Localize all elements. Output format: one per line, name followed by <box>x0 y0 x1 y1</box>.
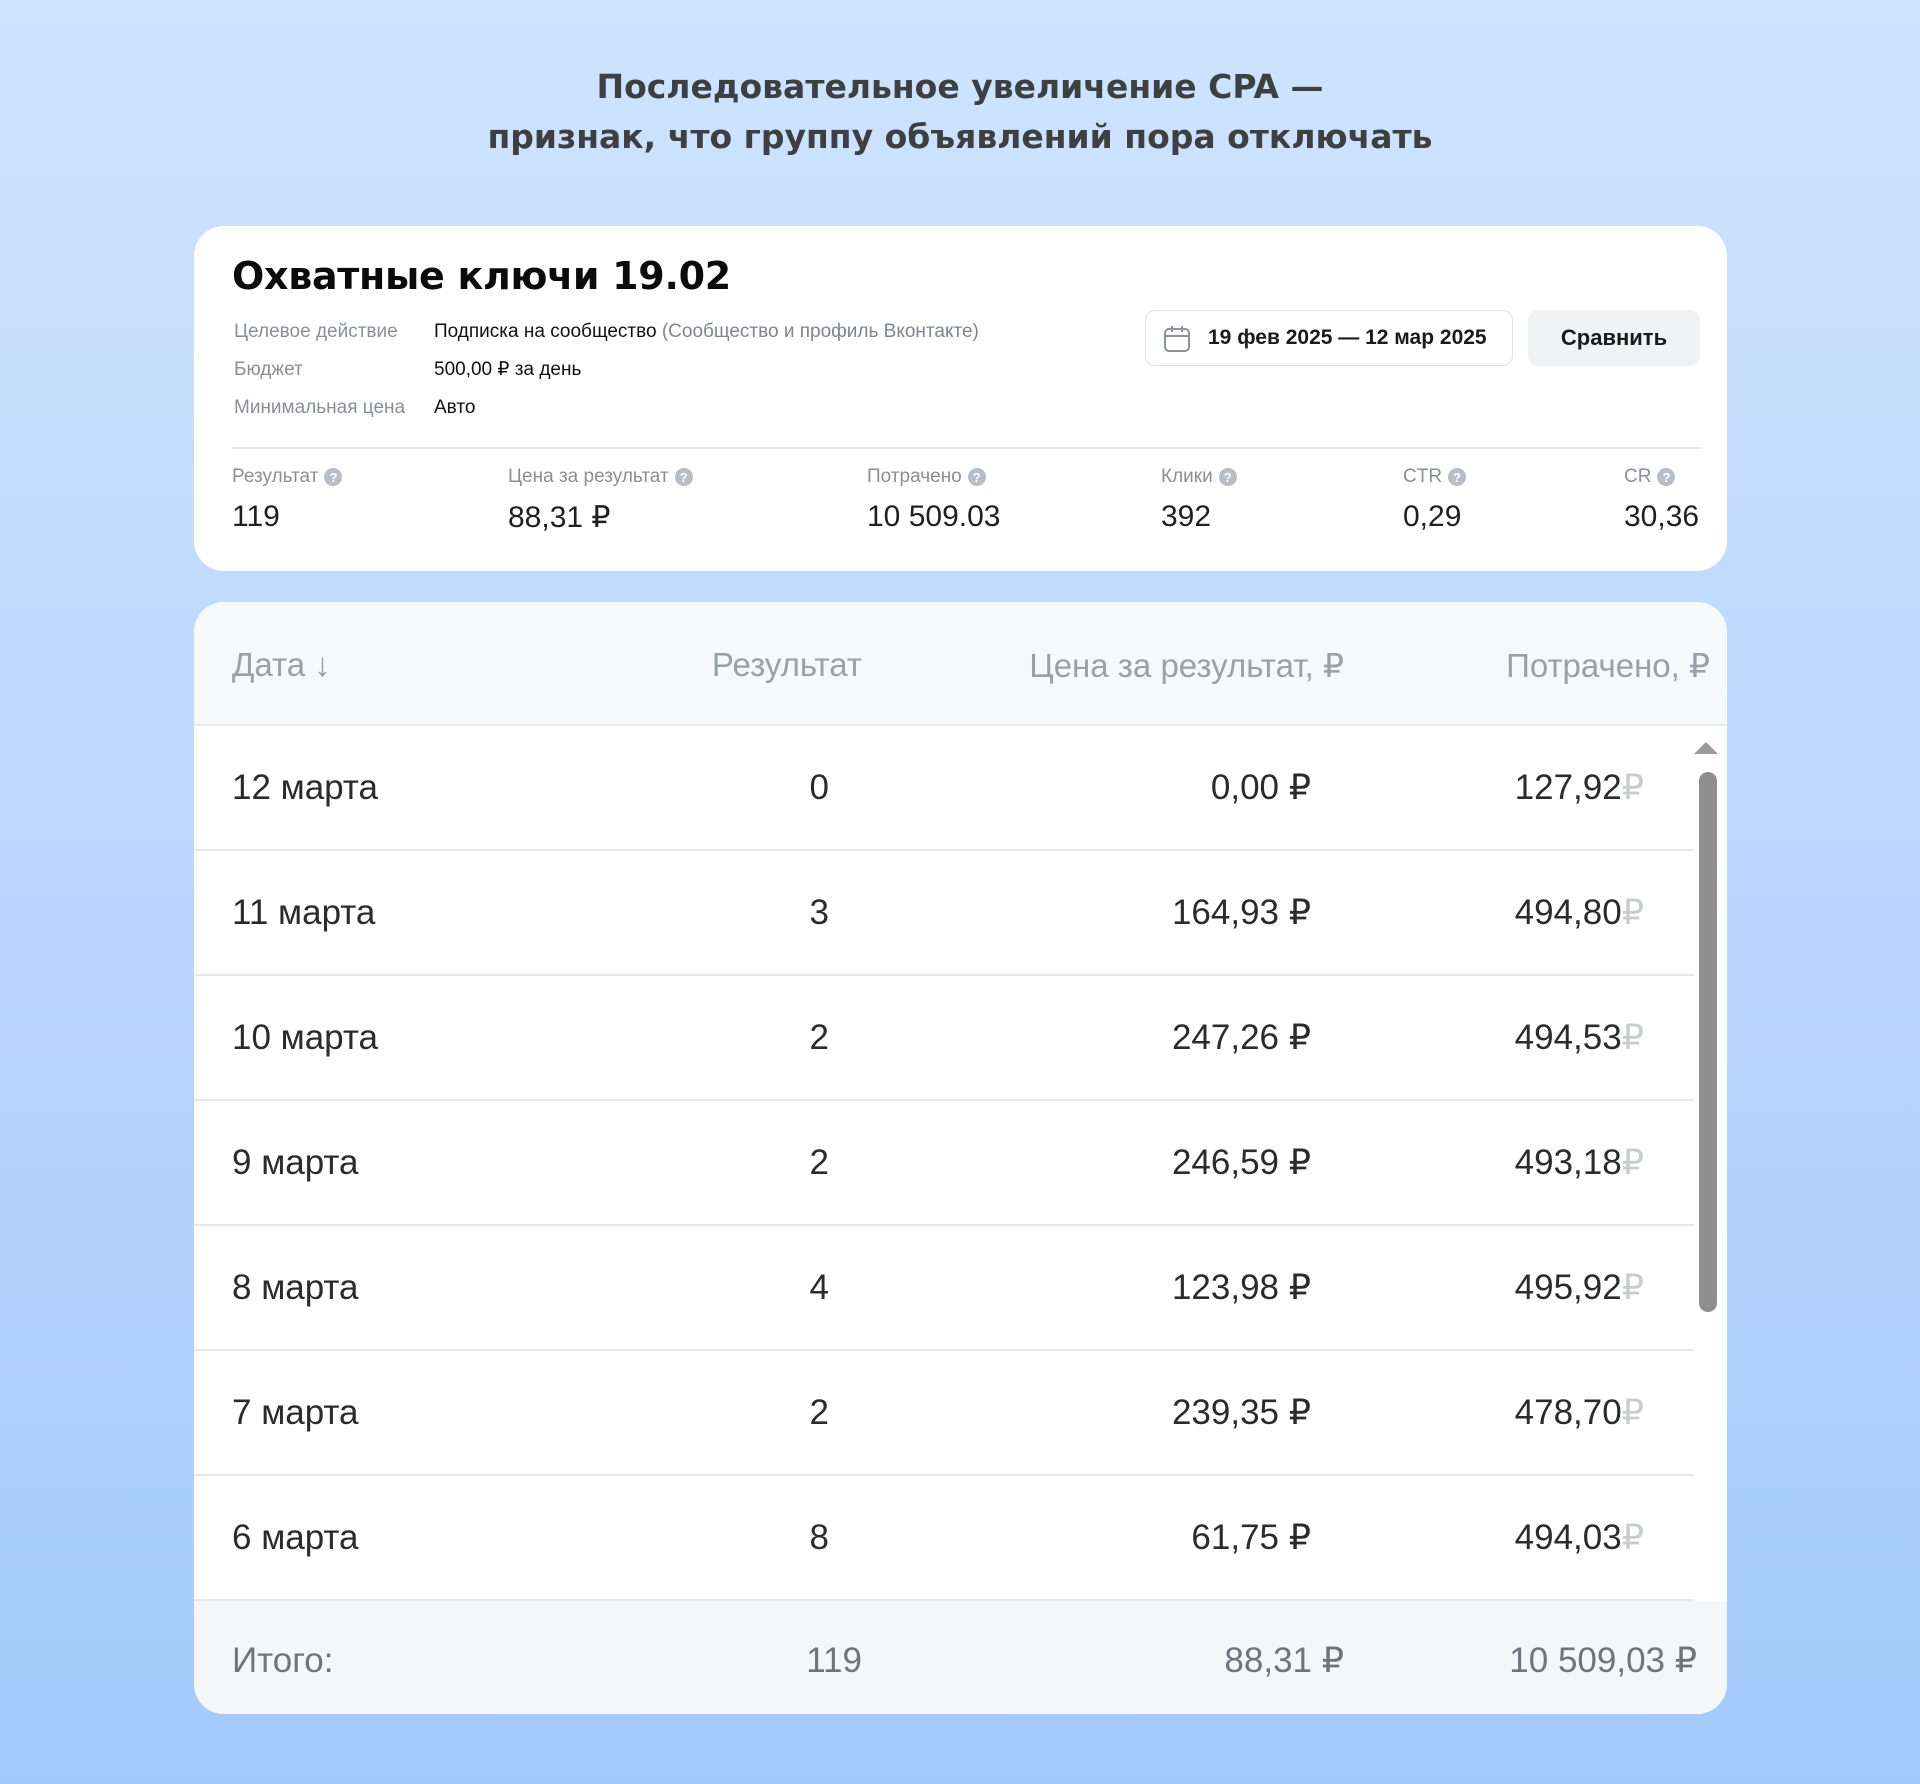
stat-cpa: Цена за результат? 88,31 ₽ <box>508 466 693 535</box>
cell-date: 6 марта <box>232 1518 359 1557</box>
cell-cpa: 246,59 ₽ <box>1171 1143 1311 1182</box>
column-header-cpa[interactable]: Цена за результат, ₽ <box>1029 646 1344 685</box>
cell-result: 2 <box>809 1143 829 1182</box>
meta-label: Бюджет <box>234 359 303 380</box>
table-totals-row: Итого: 119 88,31 ₽ 10 509,03 ₽ <box>194 1601 1727 1714</box>
cell-date: 7 марта <box>232 1393 359 1432</box>
meta-value: Подписка на сообщество (Сообщество и про… <box>434 321 979 342</box>
table-body[interactable]: 12 марта 0 0,00 ₽ 127,92₽ 11 марта 3 164… <box>194 726 1727 1601</box>
cell-cpa: 123,98 ₽ <box>1171 1268 1311 1307</box>
currency-cut: ₽ <box>1621 1393 1644 1432</box>
table-row[interactable]: 11 марта 3 164,93 ₽ 494,80₽ <box>194 851 1694 976</box>
stat-value: 88,31 ₽ <box>508 501 611 534</box>
cell-date: 9 марта <box>232 1143 359 1182</box>
stat-value: 30,36 <box>1624 500 1700 533</box>
cell-date: 10 марта <box>232 1018 378 1057</box>
divider <box>232 447 1701 449</box>
column-header-spent[interactable]: Потрачено, ₽ <box>1506 646 1710 685</box>
stat-label: CTR <box>1403 466 1443 487</box>
table-header: Дата ↓ Результат Цена за результат, ₽ По… <box>194 602 1727 726</box>
cell-cpa: 239,35 ₽ <box>1171 1393 1311 1432</box>
cell-spent: 494,80₽ <box>1514 893 1644 932</box>
stat-ctr: CTR? 0,29 <box>1403 466 1467 534</box>
ad-group-summary-card: Охватные ключи 19.02 Целевое действие По… <box>194 226 1727 571</box>
currency-cut: ₽ <box>1621 768 1644 807</box>
totals-label: Итого: <box>232 1641 334 1680</box>
headline: Последовательное увеличение CPA — призна… <box>0 62 1920 162</box>
help-icon[interactable]: ? <box>674 468 693 486</box>
currency-cut: ₽ <box>1621 1268 1644 1307</box>
table-row[interactable]: 8 марта 4 123,98 ₽ 495,92₽ <box>194 1226 1694 1351</box>
cell-result: 8 <box>809 1518 829 1557</box>
meta-value: Авто <box>434 397 476 418</box>
stat-spent: Потрачено? 10 509.03 <box>867 466 1000 534</box>
cell-result: 3 <box>809 893 829 932</box>
meta-value: 500,00 ₽ за день <box>434 359 582 380</box>
cell-spent: 494,03₽ <box>1514 1518 1644 1557</box>
column-header-result[interactable]: Результат <box>712 646 862 684</box>
cell-result: 4 <box>809 1268 829 1307</box>
meta-label: Целевое действие <box>234 321 398 342</box>
daily-stats-table: Дата ↓ Результат Цена за результат, ₽ По… <box>194 602 1727 1714</box>
cell-result: 2 <box>809 1393 829 1432</box>
calendar-icon <box>1162 324 1192 359</box>
totals-spent: 10 509,03 ₽ <box>1509 1641 1697 1680</box>
cell-date: 8 марта <box>232 1268 359 1307</box>
stat-value: 119 <box>232 500 280 533</box>
cell-cpa: 0,00 ₽ <box>1210 768 1311 807</box>
ad-group-title: Охватные ключи 19.02 <box>232 254 731 298</box>
stat-value: 0,29 <box>1403 500 1462 533</box>
cell-cpa: 247,26 ₽ <box>1171 1018 1311 1057</box>
currency-cut: ₽ <box>1621 1018 1644 1057</box>
table-row[interactable]: 6 марта 8 61,75 ₽ 494,03₽ <box>194 1476 1694 1601</box>
cell-result: 0 <box>809 768 829 807</box>
totals-result: 119 <box>806 1641 862 1680</box>
headline-line-1: Последовательное увеличение CPA — <box>596 67 1324 106</box>
stat-label: Потрачено <box>867 466 962 487</box>
column-header-date[interactable]: Дата ↓ <box>232 646 331 684</box>
cell-spent: 493,18₽ <box>1514 1143 1644 1182</box>
scrollbar-thumb[interactable] <box>1699 772 1717 1312</box>
stat-value: 10 509.03 <box>867 500 1001 533</box>
help-icon[interactable]: ? <box>967 468 986 486</box>
compare-button[interactable]: Сравнить <box>1528 310 1700 366</box>
meta-sub-value: (Сообщество и профиль Вконтакте) <box>656 321 979 342</box>
stat-label: Клики <box>1161 466 1213 487</box>
totals-cpa: 88,31 ₽ <box>1224 1641 1344 1680</box>
cell-spent: 495,92₽ <box>1514 1268 1644 1307</box>
stat-value: 392 <box>1161 500 1212 533</box>
stat-label: Результат <box>232 466 319 487</box>
date-range-picker[interactable]: 19 фев 2025 — 12 мар 2025 <box>1145 310 1513 366</box>
meta-label: Минимальная цена <box>234 397 406 418</box>
scroll-up-arrow-icon[interactable] <box>1694 742 1718 754</box>
date-range-label: 19 фев 2025 — 12 мар 2025 <box>1208 326 1487 349</box>
currency-cut: ₽ <box>1621 893 1644 932</box>
cell-spent: 127,92₽ <box>1514 768 1644 807</box>
stat-label: CR <box>1624 466 1652 487</box>
cell-cpa: 164,93 ₽ <box>1171 893 1311 932</box>
stat-clicks: Клики? 392 <box>1161 466 1237 534</box>
stat-result: Результат? 119 <box>232 466 343 534</box>
help-icon[interactable]: ? <box>1448 468 1467 486</box>
help-icon[interactable]: ? <box>324 468 343 486</box>
table-row[interactable]: 10 марта 2 247,26 ₽ 494,53₽ <box>194 976 1694 1101</box>
table-row[interactable]: 9 марта 2 246,59 ₽ 493,18₽ <box>194 1101 1694 1226</box>
help-icon[interactable]: ? <box>1218 468 1237 486</box>
cell-cpa: 61,75 ₽ <box>1191 1518 1311 1557</box>
cell-spent: 478,70₽ <box>1514 1393 1644 1432</box>
currency-cut: ₽ <box>1621 1518 1644 1557</box>
table-row[interactable]: 7 марта 2 239,35 ₽ 478,70₽ <box>194 1351 1694 1476</box>
headline-line-2: признак, что группу объявлений пора откл… <box>487 117 1433 156</box>
currency-cut: ₽ <box>1621 1143 1644 1182</box>
cell-date: 11 марта <box>232 893 376 932</box>
cell-spent: 494,53₽ <box>1514 1018 1644 1057</box>
cell-date: 12 марта <box>232 768 378 807</box>
table-row[interactable]: 12 марта 0 0,00 ₽ 127,92₽ <box>194 726 1694 851</box>
stat-label: Цена за результат <box>508 466 669 487</box>
cell-result: 2 <box>809 1018 829 1057</box>
help-icon[interactable]: ? <box>1657 468 1676 486</box>
stat-cr: CR? 30,36 <box>1624 466 1699 534</box>
